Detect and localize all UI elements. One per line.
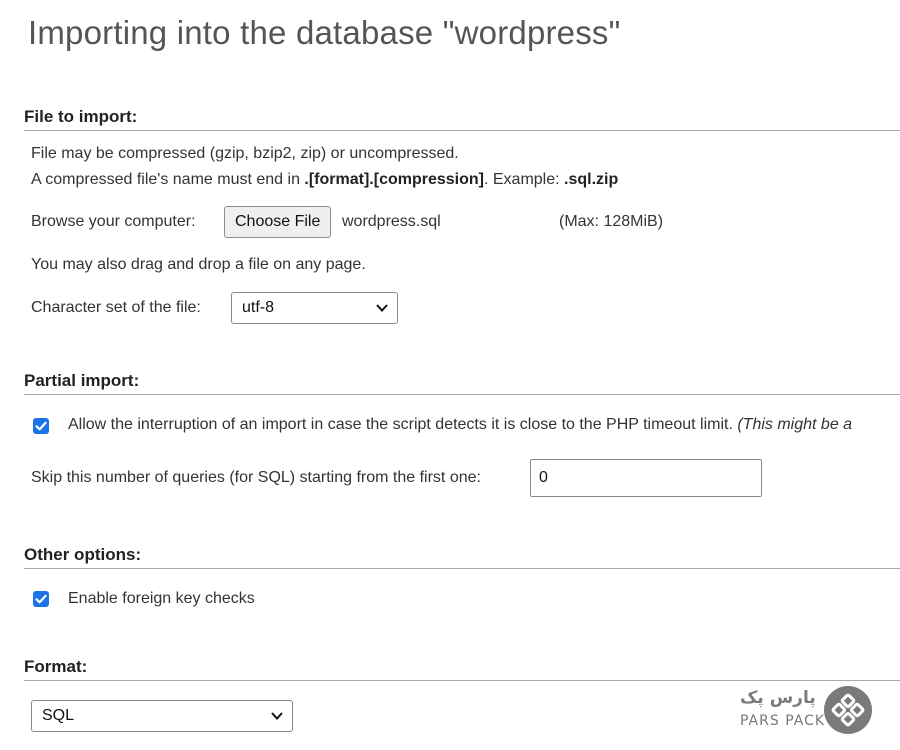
file-to-import-header: File to import:: [24, 106, 900, 131]
compression-info: File may be compressed (gzip, bzip2, zip…: [31, 145, 459, 162]
foreign-key-label: Enable foreign key checks: [68, 590, 255, 607]
svg-text:پارس پک: پارس پک: [740, 688, 816, 708]
import-page: Importing into the database "wordpress" …: [0, 0, 900, 750]
compression-format-hint: A compressed file's name must end in .[f…: [31, 170, 618, 190]
other-options-header: Other options:: [24, 544, 900, 569]
parspack-logo: پارس پک PARS PACK: [740, 686, 872, 734]
chevron-down-icon: [271, 712, 283, 720]
partial-import-header: Partial import:: [24, 370, 900, 395]
allow-interrupt-checkbox[interactable]: [33, 418, 49, 434]
drag-drop-hint: You may also drag and drop a file on any…: [31, 256, 366, 273]
format-hint-example: .sql.zip: [564, 171, 619, 188]
page-title: Importing into the database "wordpress": [28, 14, 621, 51]
format-select[interactable]: SQL: [31, 700, 293, 732]
chevron-down-icon: [376, 304, 388, 312]
svg-text:PARS PACK: PARS PACK: [740, 713, 825, 729]
max-upload-size: (Max: 128MiB): [559, 213, 664, 230]
format-hint-prefix: A compressed file's name must end in: [31, 171, 305, 188]
choose-file-button[interactable]: Choose File: [224, 206, 332, 238]
browse-label: Browse your computer:: [31, 213, 196, 230]
format-selected-value: SQL: [42, 707, 75, 724]
charset-selected-value: utf-8: [242, 299, 275, 316]
skip-queries-input[interactable]: 0: [530, 459, 762, 497]
selected-file-name: wordpress.sql: [342, 213, 441, 230]
format-hint-pattern: .[format].[compression]: [304, 171, 484, 188]
foreign-key-checkbox[interactable]: [33, 591, 49, 607]
checkmark-icon: [35, 594, 47, 604]
format-header: Format:: [24, 656, 900, 681]
allow-interrupt-label: Allow the interruption of an import in c…: [68, 416, 733, 433]
charset-select[interactable]: utf-8: [231, 292, 398, 324]
allow-interrupt-text: Allow the interruption of an import in c…: [68, 415, 852, 435]
charset-label: Character set of the file:: [31, 299, 201, 316]
allow-interrupt-note: (This might be a: [737, 416, 853, 433]
skip-queries-label: Skip this number of queries (for SQL) st…: [31, 469, 481, 486]
format-hint-mid: . Example:: [483, 171, 565, 188]
checkmark-icon: [35, 421, 47, 431]
